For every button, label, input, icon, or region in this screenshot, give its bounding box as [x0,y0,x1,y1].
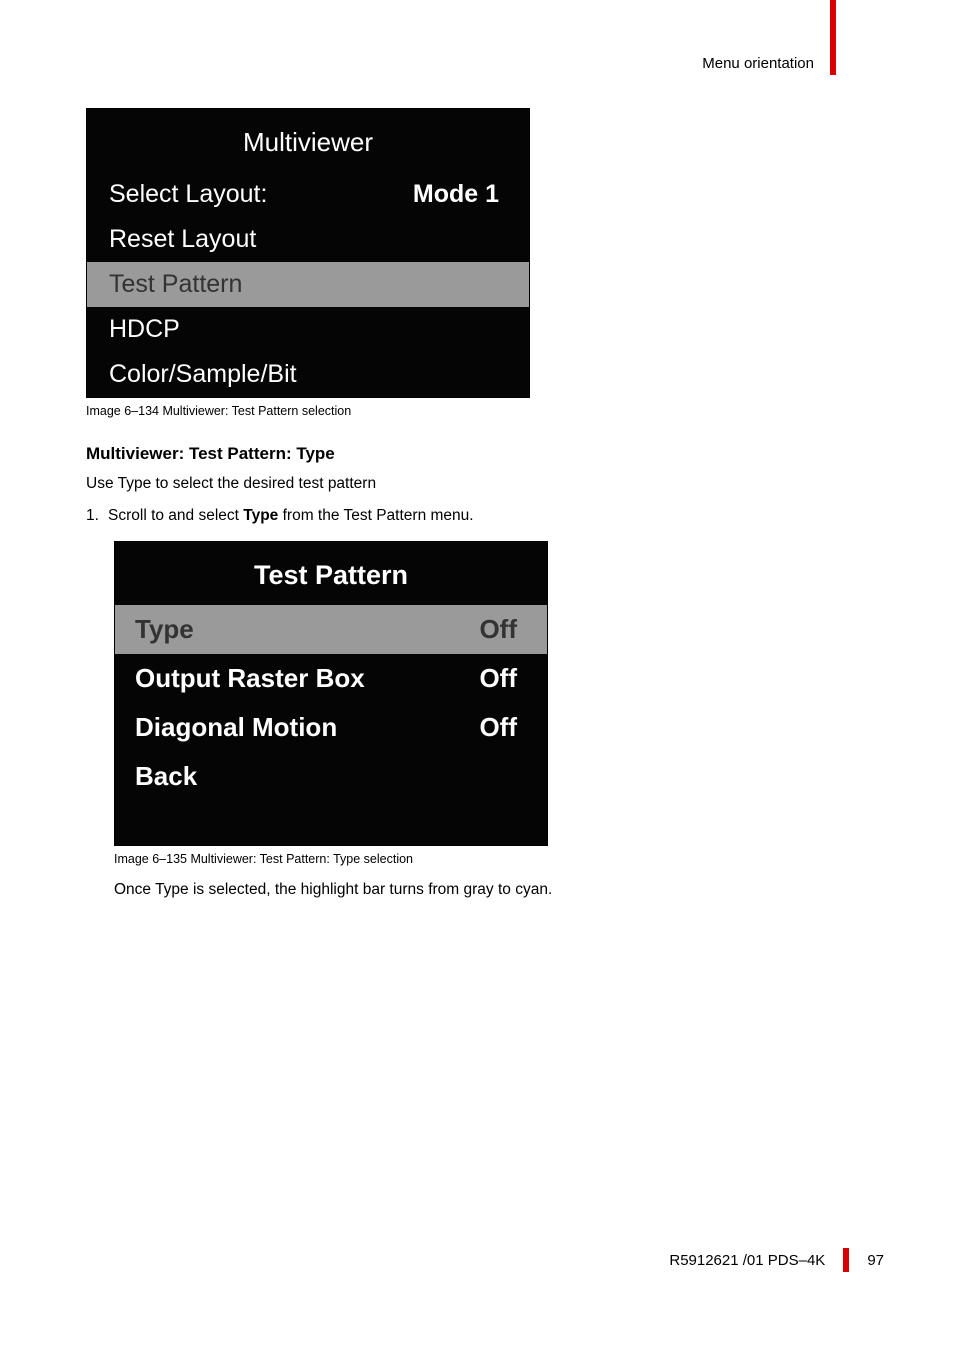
test-pattern-menu: Test Pattern Type Off Output Raster Box … [114,541,548,846]
doc-id: R5912621 /01 PDS–4K [669,1252,825,1269]
menu-item-reset-layout[interactable]: Reset Layout [87,217,529,262]
menu-item-label: Back [135,761,197,792]
step-text-a: Scroll to and select [108,507,243,524]
page-number: 97 [867,1252,884,1269]
menu-item-label: Type [135,614,194,645]
menu-item-value: Off [479,712,517,743]
menu-title: Test Pattern [115,542,547,605]
multiviewer-menu: Multiviewer Select Layout: Mode 1 Reset … [86,108,530,398]
step-text-bold: Type [243,507,278,524]
menu-item-hdcp[interactable]: HDCP [87,307,529,352]
post-box-text: Once Type is selected, the highlight bar… [114,880,836,901]
menu-item-type[interactable]: Type Off [115,605,547,654]
header-accent-bar [830,0,836,75]
footer-accent-bar [843,1248,849,1272]
step-number: 1. [86,507,108,525]
menu-item-value: Mode 1 [413,180,499,209]
menu-item-label: HDCP [109,315,180,344]
menu-item-value: Off [479,663,517,694]
menu-item-label: Test Pattern [109,270,242,299]
menu-item-label: Output Raster Box [135,663,365,694]
section-body: Use Type to select the desired test patt… [86,474,836,495]
menu-item-test-pattern[interactable]: Test Pattern [87,262,529,307]
section-heading: Multiviewer: Test Pattern: Type [86,444,836,464]
image-caption-2: Image 6–135 Multiviewer: Test Pattern: T… [114,852,836,866]
menu-item-diagonal-motion[interactable]: Diagonal Motion Off [115,703,547,752]
menu-item-output-raster-box[interactable]: Output Raster Box Off [115,654,547,703]
menu-item-value: Off [479,614,517,645]
page-footer: R5912621 /01 PDS–4K 97 [669,1248,884,1272]
menu-item-label: Diagonal Motion [135,712,337,743]
menu-item-label: Select Layout: [109,180,267,209]
step-text-c: from the Test Pattern menu. [278,507,473,524]
menu-item-select-layout[interactable]: Select Layout: Mode 1 [87,172,529,217]
menu-title: Multiviewer [87,109,529,172]
menu-item-label: Color/Sample/Bit [109,360,297,389]
chapter-label: Menu orientation [702,55,814,72]
image-caption-1: Image 6–134 Multiviewer: Test Pattern se… [86,404,836,418]
menu-item-label: Reset Layout [109,225,256,254]
menu-item-back[interactable]: Back [115,752,547,801]
menu-item-color-sample-bit[interactable]: Color/Sample/Bit [87,352,529,397]
menu-spacer [115,801,547,845]
step-1: 1.Scroll to and select Type from the Tes… [86,507,836,525]
page-content: Multiviewer Select Layout: Mode 1 Reset … [86,108,836,901]
